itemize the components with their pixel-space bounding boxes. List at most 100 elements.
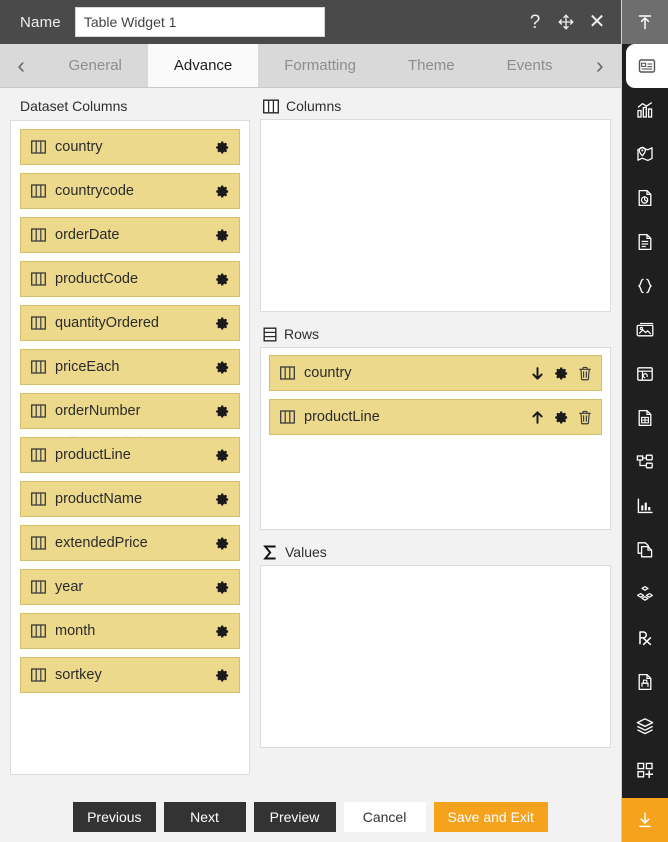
bar-chart-icon	[635, 100, 655, 120]
sort-ascending-icon[interactable]	[530, 409, 545, 425]
rail-item-hierarchy[interactable]	[622, 440, 668, 484]
trash-icon[interactable]	[578, 410, 592, 425]
tab-general[interactable]: General	[42, 44, 148, 87]
collapse-up-icon[interactable]	[622, 0, 668, 44]
save-and-exit-button[interactable]: Save and Exit	[433, 801, 548, 832]
name-label: Name	[20, 13, 61, 31]
dataset-column-item[interactable]: month	[20, 613, 240, 649]
chip-actions	[215, 624, 230, 639]
zone-rows-item[interactable]: productLine	[269, 399, 602, 435]
dataset-column-item[interactable]: extendedPrice	[20, 525, 240, 561]
spreadsheet-icon	[635, 408, 655, 428]
rail-item-prescription-rx[interactable]	[622, 616, 668, 660]
dataset-column-item[interactable]: orderNumber	[20, 393, 240, 429]
gear-icon[interactable]	[215, 228, 230, 243]
gear-icon[interactable]	[215, 360, 230, 375]
close-icon[interactable]: ✕	[587, 12, 607, 32]
zone-columns-dropzone[interactable]	[260, 119, 611, 312]
rail-item-map-pin[interactable]	[622, 132, 668, 176]
rail-item-cubes[interactable]	[622, 572, 668, 616]
next-button[interactable]: Next	[163, 801, 246, 832]
chip-actions	[215, 448, 230, 463]
gear-icon[interactable]	[215, 316, 230, 331]
gear-icon[interactable]	[215, 184, 230, 199]
code-braces-icon	[635, 276, 655, 296]
gear-icon[interactable]	[215, 624, 230, 639]
chip-label: productCode	[55, 271, 139, 287]
cubes-icon	[635, 584, 655, 604]
dialog-main: Name ?	[0, 0, 622, 842]
gear-icon[interactable]	[215, 668, 230, 683]
gear-icon[interactable]	[215, 448, 230, 463]
rail-item-spreadsheet[interactable]	[622, 396, 668, 440]
tab-theme[interactable]: Theme	[381, 44, 481, 87]
tabs-scroll-left-icon[interactable]: ‹	[0, 44, 43, 87]
dialog-body: Dataset Columns Dataset Columns countryc…	[0, 88, 621, 790]
dataset-column-item[interactable]: productName	[20, 481, 240, 517]
sort-descending-icon[interactable]	[530, 365, 545, 381]
dataset-columns-list[interactable]: Dataset Columns countrycountrycodeorderD…	[10, 120, 250, 775]
cancel-button[interactable]: Cancel	[343, 801, 426, 832]
preview-button[interactable]: Preview	[253, 801, 336, 832]
zone-values-title: Values	[285, 544, 327, 560]
dataset-column-item[interactable]: year	[20, 569, 240, 605]
tab-events[interactable]: Events	[480, 44, 579, 87]
gear-icon[interactable]	[554, 366, 569, 381]
gear-icon[interactable]	[215, 492, 230, 507]
move-icon[interactable]	[556, 12, 576, 32]
chip-label: priceEach	[55, 359, 120, 375]
tab-advance[interactable]: Advance	[147, 44, 259, 87]
widget-config-dialog: Name ?	[0, 0, 668, 842]
zone-rows-item[interactable]: country	[269, 355, 602, 391]
gear-icon[interactable]	[215, 272, 230, 287]
dataset-column-item[interactable]: productCode	[20, 261, 240, 297]
report-pie-icon	[635, 188, 655, 208]
rail-item-bar-chart[interactable]	[622, 88, 668, 132]
rail-item-add-widget[interactable]	[622, 748, 668, 792]
rail-item-chart-axis[interactable]	[622, 484, 668, 528]
rail-item-calendar-widget[interactable]	[622, 352, 668, 396]
trash-icon[interactable]	[578, 366, 592, 381]
rail-item-widget-card[interactable]	[626, 44, 668, 88]
rail-item-code-braces[interactable]	[622, 264, 668, 308]
rail-item-layers[interactable]	[622, 704, 668, 748]
rail-item-document[interactable]	[622, 220, 668, 264]
tabs-scroll-right-icon[interactable]: ›	[578, 44, 621, 87]
zone-columns-header: Columns	[260, 96, 611, 119]
column-icon	[280, 366, 295, 380]
zone-rows-dropzone[interactable]: country productLine	[260, 347, 611, 530]
chip-label: productLine	[55, 447, 131, 463]
dataset-column-item[interactable]: orderDate	[20, 217, 240, 253]
previous-button[interactable]: Previous	[73, 801, 156, 832]
rail-item-image-gallery[interactable]	[622, 308, 668, 352]
zone-columns-title: Columns	[286, 98, 342, 114]
rail-item-report-pie[interactable]	[622, 176, 668, 220]
dataset-column-item[interactable]: productLine	[20, 437, 240, 473]
zone-values: Values	[260, 542, 611, 748]
rail-item-copy-page[interactable]	[622, 528, 668, 572]
rows-icon	[263, 327, 277, 342]
widget-name-input[interactable]	[74, 7, 325, 37]
rail-item-download[interactable]	[622, 798, 668, 842]
dataset-column-item[interactable]: country	[20, 129, 240, 165]
tab-formatting[interactable]: Formatting	[258, 44, 382, 87]
chip-actions	[215, 272, 230, 287]
dataset-column-item[interactable]: sortkey	[20, 657, 240, 693]
gear-icon[interactable]	[554, 410, 569, 425]
chip-actions	[215, 668, 230, 683]
gear-icon[interactable]	[215, 536, 230, 551]
gear-icon[interactable]	[215, 580, 230, 595]
rail-item-saved-document[interactable]	[622, 660, 668, 704]
chip-label: extendedPrice	[55, 535, 148, 551]
widget-card-icon	[637, 56, 657, 76]
dataset-column-item[interactable]: priceEach	[20, 349, 240, 385]
chip-actions	[215, 140, 230, 155]
column-icon	[31, 536, 46, 550]
gear-icon[interactable]	[215, 140, 230, 155]
zone-values-dropzone[interactable]	[260, 565, 611, 748]
dataset-column-item[interactable]: countrycode	[20, 173, 240, 209]
question-mark-icon[interactable]: ?	[525, 12, 545, 32]
chip-label: productName	[55, 491, 143, 507]
gear-icon[interactable]	[215, 404, 230, 419]
dataset-column-item[interactable]: quantityOrdered	[20, 305, 240, 341]
